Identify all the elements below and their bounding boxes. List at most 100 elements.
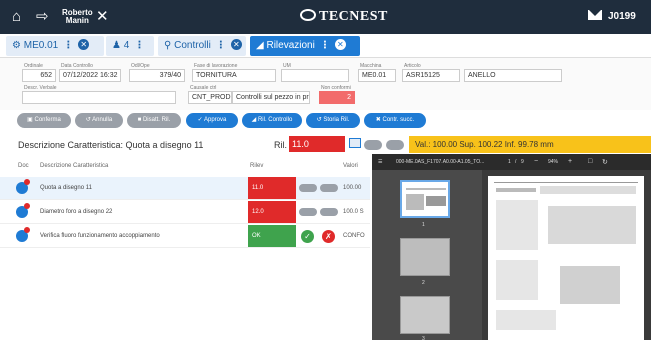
page-thumbnail[interactable] — [400, 180, 450, 218]
user-last-name: Manin — [65, 16, 89, 25]
tab-machine-label: ME0.01 — [23, 40, 59, 51]
fit-page-icon[interactable]: □ — [588, 158, 592, 165]
menu-icon[interactable]: ☰ — [378, 159, 382, 165]
toggle-button[interactable] — [320, 184, 338, 192]
table-header: Doc Descrizione Caratteristica Rilev Val… — [0, 160, 370, 174]
tolerance-banner: Val.: 100.00 Sup. 100.22 Inf. 99.78 mm — [409, 136, 651, 153]
top-bar: ⌂ ⇨ Roberto Manin ✕ TECNEST J0199 — [0, 0, 651, 34]
close-tab-icon[interactable]: ✕ — [78, 39, 90, 50]
row-value[interactable]: 12.0 — [248, 201, 296, 223]
um-field[interactable] — [281, 69, 349, 82]
thumbs-down-icon[interactable]: ✗ — [322, 230, 335, 243]
article-field[interactable]: ASR15125 — [402, 69, 460, 82]
confirm-button[interactable]: ▣ Conferma — [17, 113, 71, 128]
close-tab-icon[interactable]: ✕ — [230, 39, 242, 50]
document-badge-icon[interactable] — [16, 179, 30, 194]
next-control-button-label: Contr. succ. — [382, 117, 415, 123]
causale-desc-field[interactable]: Controlli sul pezzo in pro — [232, 91, 310, 104]
close-icon[interactable]: ✕ — [96, 9, 109, 25]
toggle-button[interactable] — [386, 140, 404, 150]
table-row[interactable]: Diametro foro a disegno 22 12.0 100.0 S — [0, 201, 370, 224]
check-ok-icon[interactable]: ✓ — [301, 230, 314, 243]
zoom-in-icon[interactable]: + — [568, 158, 572, 165]
table-row[interactable]: Verifica fluoro funzionamento accoppiame… — [0, 225, 370, 248]
document-icon[interactable] — [349, 138, 361, 148]
tab-controlli[interactable]: ⚲ Controlli ⋮ ✕ — [158, 36, 246, 56]
page-separator: / — [515, 159, 517, 165]
article-desc-field[interactable]: ANELLO — [464, 69, 562, 82]
next-control-button[interactable]: ✖ Contr. succ. — [364, 113, 426, 128]
approve-button[interactable]: ✓ Approva — [186, 113, 238, 128]
logout-icon[interactable]: ⇨ — [36, 9, 49, 25]
drawing-table — [496, 200, 538, 250]
page-total: 9 — [521, 159, 524, 165]
pdf-page — [488, 176, 644, 340]
table-row[interactable]: Quota a disegno 11 11.0 100.00 — [0, 177, 370, 200]
control-button-label: Ril. Controllo — [257, 117, 293, 123]
chart-icon: ◢ — [256, 40, 264, 51]
drawing-view — [548, 206, 636, 244]
row-extra-value: 100.00 — [343, 185, 362, 191]
tab-users[interactable]: ♟ 4 ⋮ — [106, 36, 154, 56]
user-code: J0199 — [608, 11, 636, 22]
toggle-button[interactable] — [320, 208, 338, 216]
toggle-button[interactable] — [299, 208, 317, 216]
row-description: Verifica fluoro funzionamento accoppiame… — [40, 233, 160, 239]
history-button[interactable]: ↺ Storia Ril. — [306, 113, 360, 128]
row-description: Diametro foro a disegno 22 — [40, 209, 113, 215]
thumbnail-number: 1 — [422, 222, 425, 228]
odl-field[interactable]: 379/40 — [129, 69, 185, 82]
page-current[interactable]: 1 — [508, 159, 511, 165]
toggle-button[interactable] — [299, 184, 317, 192]
ordinale-field[interactable]: 652 — [22, 69, 56, 82]
save-icon: ▣ — [27, 117, 35, 123]
tab-rilevazioni[interactable]: ◢ Rilevazioni ⋮ ✕ — [250, 36, 360, 56]
menu-dots-icon[interactable]: ⋮ — [216, 36, 226, 56]
phase-field[interactable]: TORNITURA — [192, 69, 276, 82]
menu-dots-icon[interactable]: ⋮ — [134, 36, 144, 56]
user-name: Roberto Manin — [62, 9, 93, 25]
next-icon: ✖ — [375, 117, 383, 123]
page-thumbnail[interactable] — [400, 238, 450, 276]
zoom-level[interactable]: 94% — [548, 159, 558, 165]
date-field[interactable]: 07/12/2022 16:32 — [59, 69, 121, 82]
document-badge-icon[interactable] — [16, 227, 30, 242]
characteristic-description: Descrizione Caratteristica: Quota a dise… — [18, 140, 204, 150]
rilevazione-input[interactable]: 11.0 — [289, 136, 345, 152]
causale-field[interactable]: CNT_PROD — [188, 91, 232, 104]
nonconform-field[interactable]: 2 — [319, 91, 355, 104]
page-thumbnail[interactable] — [400, 296, 450, 334]
verbale-field[interactable] — [22, 91, 176, 104]
brand-logo-icon — [300, 9, 316, 21]
brand-logo: TECNEST — [300, 9, 388, 25]
home-icon[interactable]: ⌂ — [12, 9, 21, 25]
pdf-toolbar: ☰ 000-ME.0AS_F1707.A0.00-A1.05_TO... 1 /… — [372, 154, 651, 170]
toggle-button[interactable] — [364, 140, 382, 150]
close-tab-icon[interactable]: ✕ — [334, 39, 346, 50]
document-badge-icon[interactable] — [16, 203, 30, 218]
cancel-button[interactable]: ↺ Annulla — [75, 113, 123, 128]
disable-button[interactable]: ■ Disatt. Ril. — [127, 113, 181, 128]
row-extra-value: 100.0 S — [343, 209, 364, 215]
zoom-out-icon[interactable]: − — [534, 158, 538, 165]
row-value[interactable]: OK — [248, 225, 296, 247]
rotate-icon[interactable]: ↻ — [602, 158, 608, 166]
column-header: Rilev — [250, 163, 264, 169]
tab-controlli-label: Controlli — [174, 40, 211, 51]
header-form: Ordinale 652 Data Controllo 07/12/2022 1… — [0, 58, 651, 110]
mail-icon[interactable] — [588, 10, 602, 20]
row-extra-value: CONFO — [343, 233, 365, 239]
menu-dots-icon[interactable]: ⋮ — [320, 36, 330, 56]
menu-dots-icon[interactable]: ⋮ — [63, 36, 73, 56]
gear-icon: ⚙ — [12, 40, 21, 51]
row-value[interactable]: 11.0 — [248, 177, 296, 199]
drawing-view — [560, 266, 620, 304]
tab-machine[interactable]: ⚙ ME0.01 ⋮ ✕ — [6, 36, 104, 56]
controls-icon: ⚲ — [164, 40, 172, 51]
thumbnail-number: 3 — [422, 336, 425, 342]
machine-field[interactable]: ME0.01 — [358, 69, 396, 82]
control-button[interactable]: ◢ Ril. Controllo — [242, 113, 302, 128]
approve-button-label: Approva — [204, 117, 227, 123]
drawing-block — [496, 188, 536, 192]
confirm-button-label: Conferma — [34, 117, 61, 123]
